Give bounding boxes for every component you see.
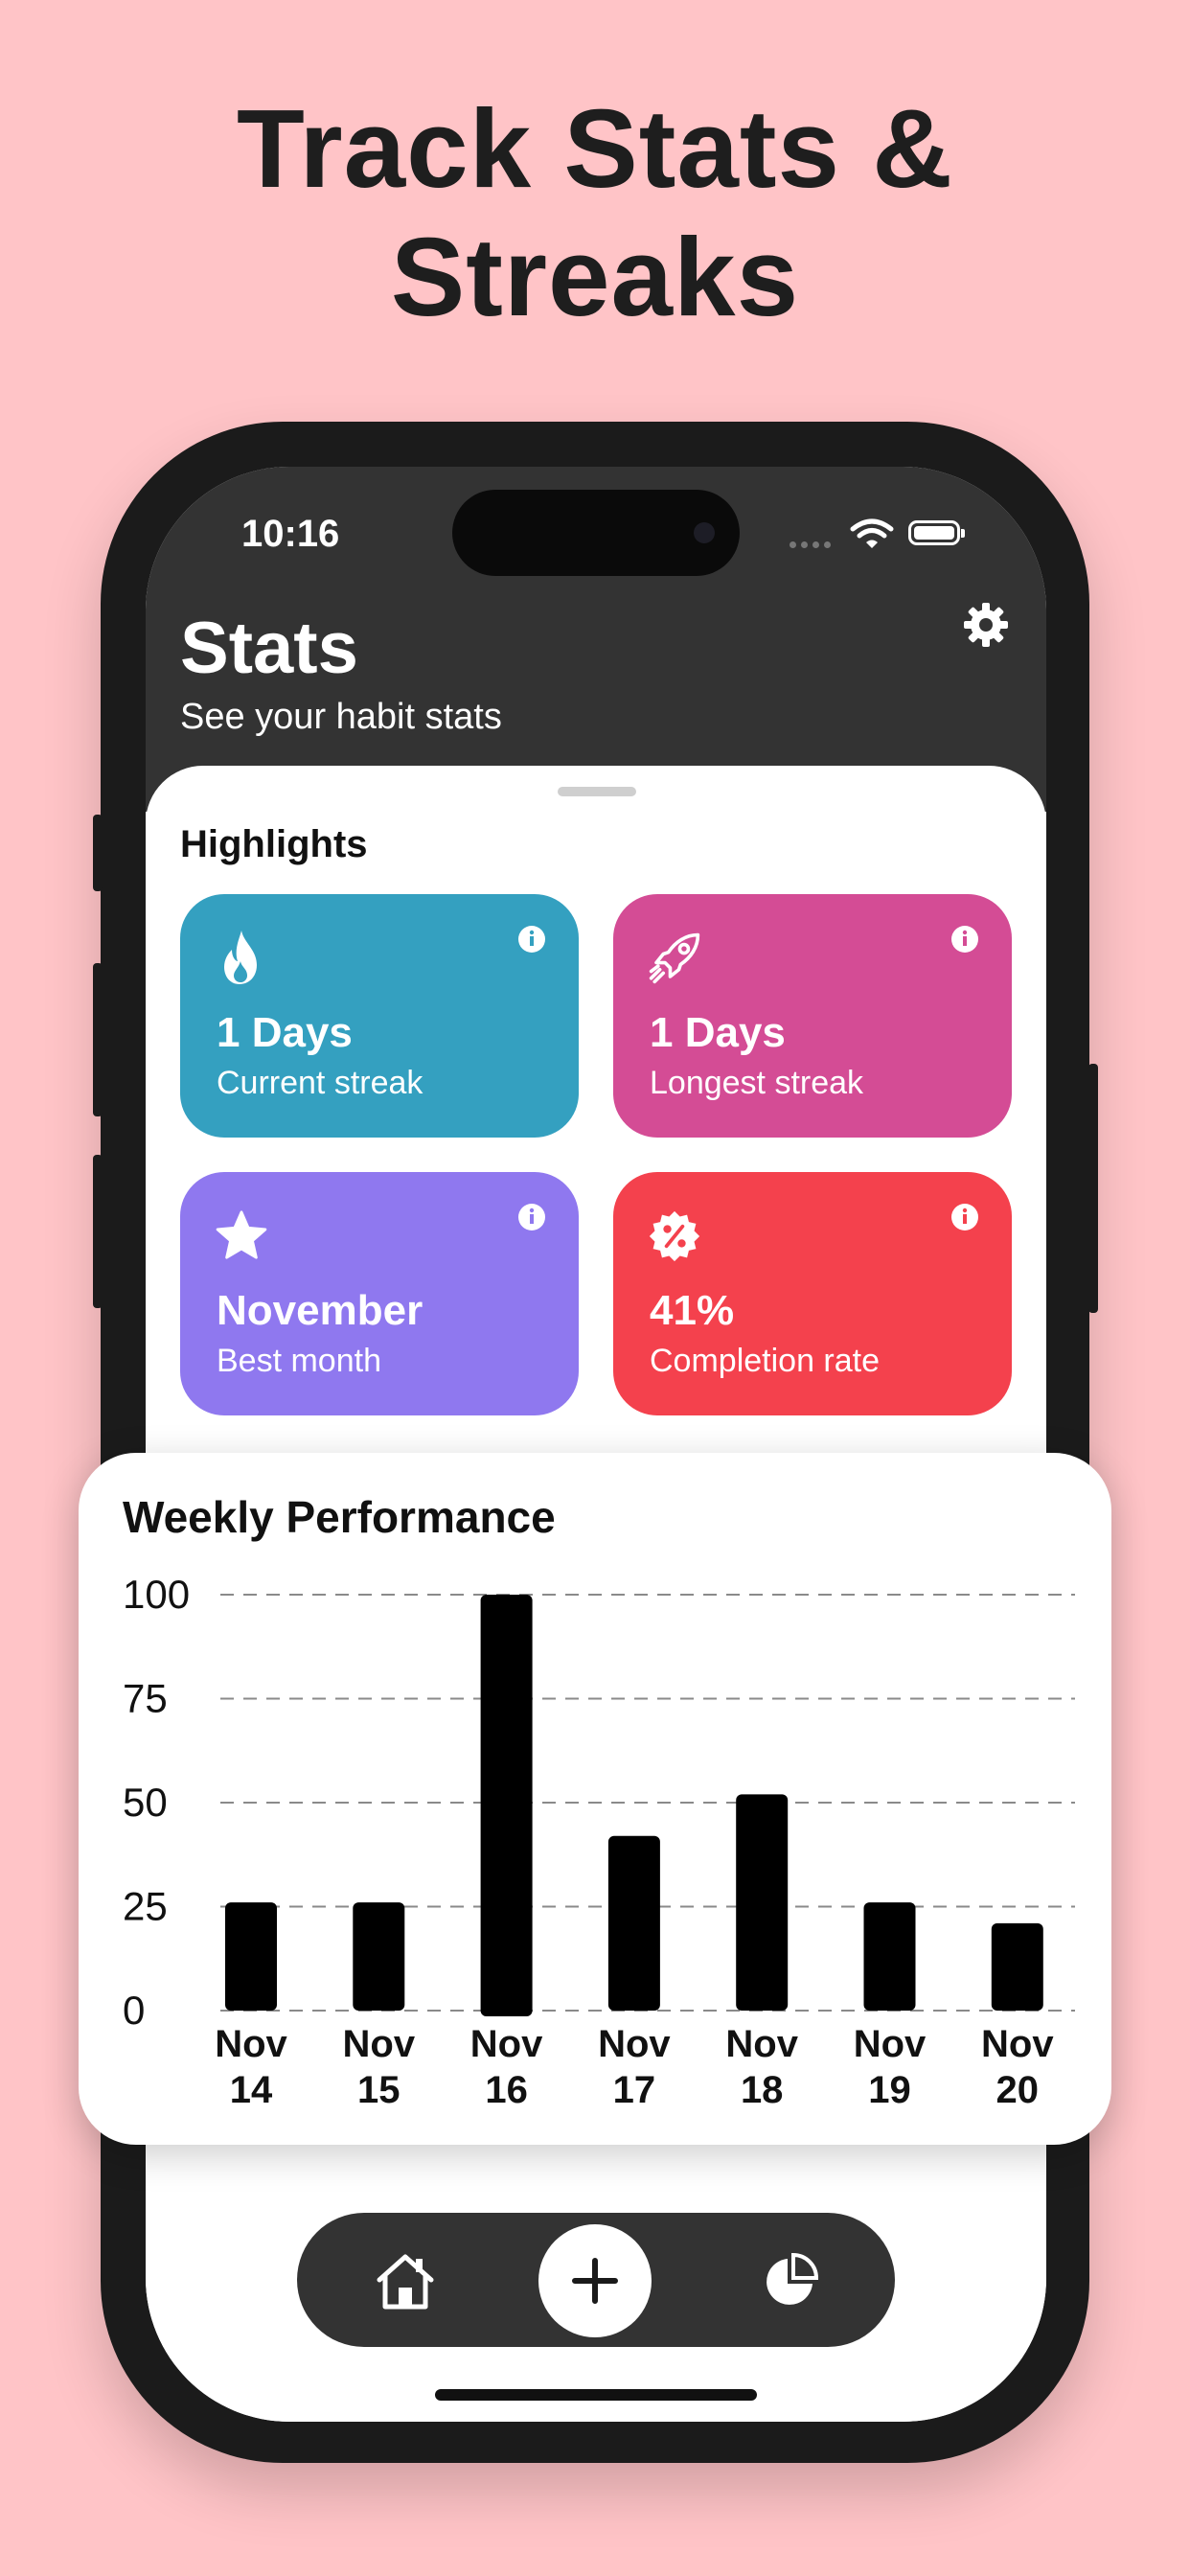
x-tick-label: 15 xyxy=(357,2069,400,2111)
phone-action-button xyxy=(93,815,103,891)
bar xyxy=(353,1902,405,2011)
weekly-performance-chart: 0255075100Nov14Nov15Nov16Nov17Nov18Nov19… xyxy=(123,1572,1075,2111)
x-tick-label: 14 xyxy=(230,2069,273,2111)
bar xyxy=(607,1835,660,2011)
best-month-value: November xyxy=(217,1287,423,1334)
signal-dots-icon xyxy=(790,536,835,553)
percent-badge-icon xyxy=(649,1210,700,1262)
longest-streak-label: Longest streak xyxy=(650,1065,864,1101)
highlight-card-best-month[interactable]: November Best month xyxy=(180,1172,579,1415)
x-tick-label: Nov xyxy=(343,2023,416,2065)
x-tick-label: Nov xyxy=(981,2023,1054,2065)
highlight-card-longest-streak[interactable]: 1 Days Longest streak xyxy=(613,894,1012,1138)
bar xyxy=(225,1902,277,2011)
wifi-icon xyxy=(850,518,894,548)
x-tick-label: 17 xyxy=(613,2069,656,2111)
phone-volume-down-button xyxy=(93,1155,103,1308)
sheet-grabber[interactable] xyxy=(558,787,636,796)
headline: Track Stats & Streaks xyxy=(0,84,1190,341)
gear-icon[interactable] xyxy=(962,601,1010,649)
y-tick-label: 50 xyxy=(123,1780,168,1825)
headline-line-1: Track Stats & xyxy=(236,86,954,211)
bar xyxy=(991,1922,1043,2011)
tab-bar xyxy=(297,2213,895,2347)
star-icon xyxy=(216,1210,267,1259)
highlight-card-current-streak[interactable]: 1 Days Current streak xyxy=(180,894,579,1138)
y-tick-label: 75 xyxy=(123,1676,168,1721)
page-title: Stats xyxy=(180,608,358,689)
x-tick-label: Nov xyxy=(215,2023,287,2065)
phone-volume-up-button xyxy=(93,963,103,1116)
flame-icon xyxy=(224,931,257,984)
x-tick-label: 16 xyxy=(485,2069,527,2111)
y-tick-label: 0 xyxy=(123,1988,145,2033)
longest-streak-value: 1 Days xyxy=(650,1009,786,1056)
bar xyxy=(863,1902,916,2011)
status-time: 10:16 xyxy=(241,513,340,555)
current-streak-label: Current streak xyxy=(217,1065,423,1101)
x-tick-label: 19 xyxy=(868,2069,911,2111)
x-tick-label: 18 xyxy=(741,2069,784,2111)
bar xyxy=(480,1595,533,2016)
completion-rate-value: 41% xyxy=(650,1287,735,1334)
x-tick-label: 20 xyxy=(996,2069,1040,2111)
x-tick-label: Nov xyxy=(725,2023,798,2065)
pie-chart-icon[interactable] xyxy=(763,2253,818,2309)
x-tick-label: Nov xyxy=(598,2023,671,2065)
y-tick-label: 100 xyxy=(123,1572,190,1617)
completion-rate-label: Completion rate xyxy=(650,1343,881,1379)
rocket-icon xyxy=(649,932,700,984)
info-icon[interactable] xyxy=(950,925,979,954)
best-month-label: Best month xyxy=(217,1343,381,1379)
x-tick-label: Nov xyxy=(470,2023,543,2065)
add-habit-button[interactable] xyxy=(538,2224,652,2337)
info-icon[interactable] xyxy=(517,1203,546,1231)
y-tick-label: 25 xyxy=(123,1884,168,1929)
highlight-card-completion-rate[interactable]: 41% Completion rate xyxy=(613,1172,1012,1415)
battery-icon xyxy=(908,520,965,545)
bar xyxy=(736,1794,789,2011)
x-tick-label: Nov xyxy=(854,2023,927,2065)
info-icon[interactable] xyxy=(517,925,546,954)
info-icon[interactable] xyxy=(950,1203,979,1231)
dynamic-island xyxy=(452,490,740,576)
page-subtitle: See your habit stats xyxy=(180,697,502,737)
plus-icon xyxy=(572,2258,618,2304)
phone-power-button xyxy=(1088,1064,1098,1313)
highlights-title: Highlights xyxy=(180,823,368,865)
home-icon[interactable] xyxy=(374,2251,437,2311)
weekly-performance-card: Weekly Performance 0 25 50 75 100 Nov 14 Nov 15 N… xyxy=(79,1453,1111,2145)
headline-line-2: Streaks xyxy=(390,215,800,339)
current-streak-value: 1 Days xyxy=(217,1009,353,1056)
home-indicator xyxy=(435,2389,757,2401)
